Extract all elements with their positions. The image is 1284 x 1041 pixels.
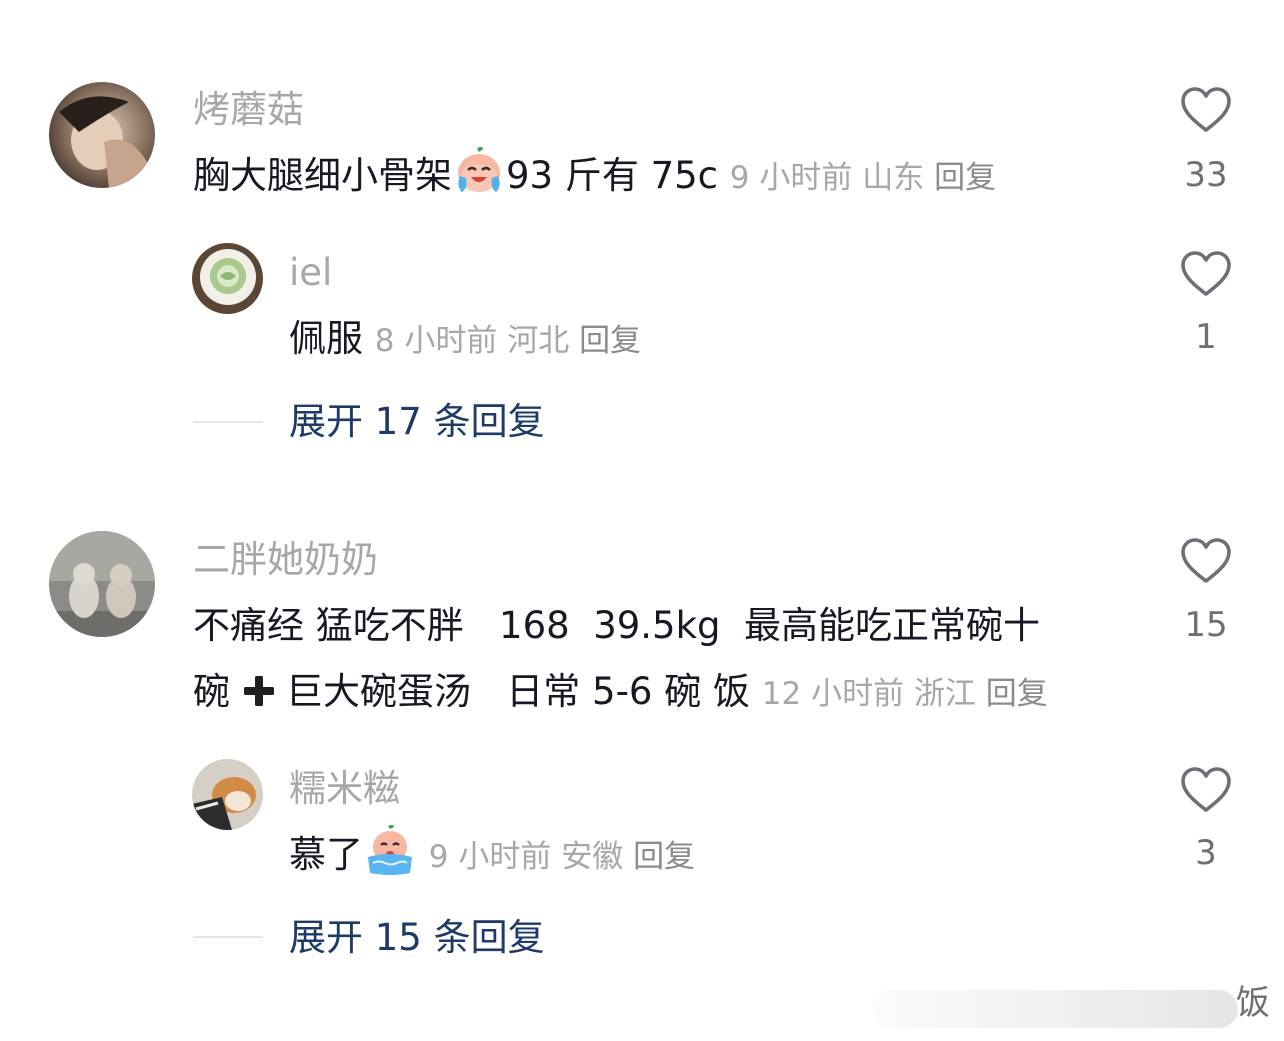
reply-button[interactable]: 回复 [633, 839, 695, 875]
watermark-bar [872, 990, 1238, 1028]
comment-text-line2: 碗 巨大碗蛋汤 日常 5-6 碗 饭 12 小时前 浙江 回复 [193, 659, 1048, 727]
expand-replies-button[interactable]: 展开 15 条回复 [289, 919, 545, 956]
comment-meta: 9 小时前 山东 回复 [730, 160, 996, 196]
expand-divider [193, 421, 263, 423]
reply-location: 安徽 [561, 839, 624, 875]
reply-time: 9 小时前 [428, 839, 552, 875]
crying-bath-peach-icon [365, 825, 415, 875]
reply-text-part: 佩服 [289, 317, 363, 360]
avatar-iel[interactable] [192, 243, 263, 314]
comment-username[interactable]: 烤蘑菇 [193, 91, 304, 128]
reply-text-part: 慕了 [289, 833, 363, 876]
reply-meta: 8 小时前 河北 回复 [375, 323, 641, 359]
reply-meta: 9 小时前 安徽 回复 [429, 839, 695, 875]
reply-button[interactable]: 回复 [934, 160, 996, 196]
comment-text-part: 胸大腿细小骨架 [193, 154, 452, 197]
comment-username[interactable]: 二胖她奶奶 [193, 541, 378, 578]
heart-outline-icon [1181, 251, 1231, 296]
heart-outline-icon [1181, 87, 1231, 132]
reply-username[interactable]: iel [289, 254, 332, 291]
comment-location: 山东 [862, 160, 925, 196]
like-button[interactable] [1176, 250, 1236, 298]
reply-username[interactable]: 糯米糍 [289, 770, 400, 807]
reply-button[interactable]: 回复 [986, 676, 1048, 712]
reply-text: 慕了 9 小时前 安徽 回复 [289, 822, 695, 890]
reply-location: 河北 [507, 323, 570, 359]
heavy-plus-icon [242, 663, 276, 706]
comment-meta: 12 小时前 浙江 回复 [762, 676, 1048, 712]
expand-divider [193, 936, 263, 938]
reply-text: 佩服 8 小时前 河北 回复 [289, 306, 641, 374]
crying-laughing-peach-icon [454, 146, 504, 196]
reply-time: 8 小时前 [374, 323, 498, 359]
avatar-kaomogu[interactable] [49, 82, 155, 188]
like-count: 15 [1184, 605, 1228, 645]
comment-text-part: 93 斤有 75c [506, 154, 719, 197]
avatar-erpang[interactable] [49, 531, 155, 637]
comment-time: 9 小时前 [729, 160, 853, 196]
comment-text-part: 不痛经 猛吃不胖 168 39.5kg 最高能吃正常碗十 [193, 604, 1041, 647]
reply-button[interactable]: 回复 [579, 323, 641, 359]
like-count: 33 [1184, 155, 1228, 195]
comment-text: 胸大腿细小骨架 93 斤有 75c 9 小时前 山东 回复 [193, 143, 996, 211]
like-button[interactable] [1176, 537, 1236, 585]
like-count: 1 [1195, 317, 1217, 357]
heart-outline-icon [1181, 767, 1231, 812]
watermark-text: 饭 [1236, 983, 1270, 1023]
comment-location: 浙江 [913, 676, 976, 712]
comment-time: 12 小时前 [761, 676, 905, 712]
like-button[interactable] [1176, 86, 1236, 134]
like-count: 3 [1195, 833, 1217, 873]
comment-text-part: 碗 [193, 670, 230, 713]
comment-text-part: 巨大碗蛋汤 日常 5-6 碗 饭 [286, 670, 750, 713]
like-button[interactable] [1176, 766, 1236, 814]
avatar-nuomici[interactable] [192, 759, 263, 830]
expand-replies-button[interactable]: 展开 17 条回复 [289, 403, 545, 440]
comment-text-line1: 不痛经 猛吃不胖 168 39.5kg 最高能吃正常碗十 [193, 593, 1040, 659]
heart-outline-icon [1181, 538, 1231, 583]
